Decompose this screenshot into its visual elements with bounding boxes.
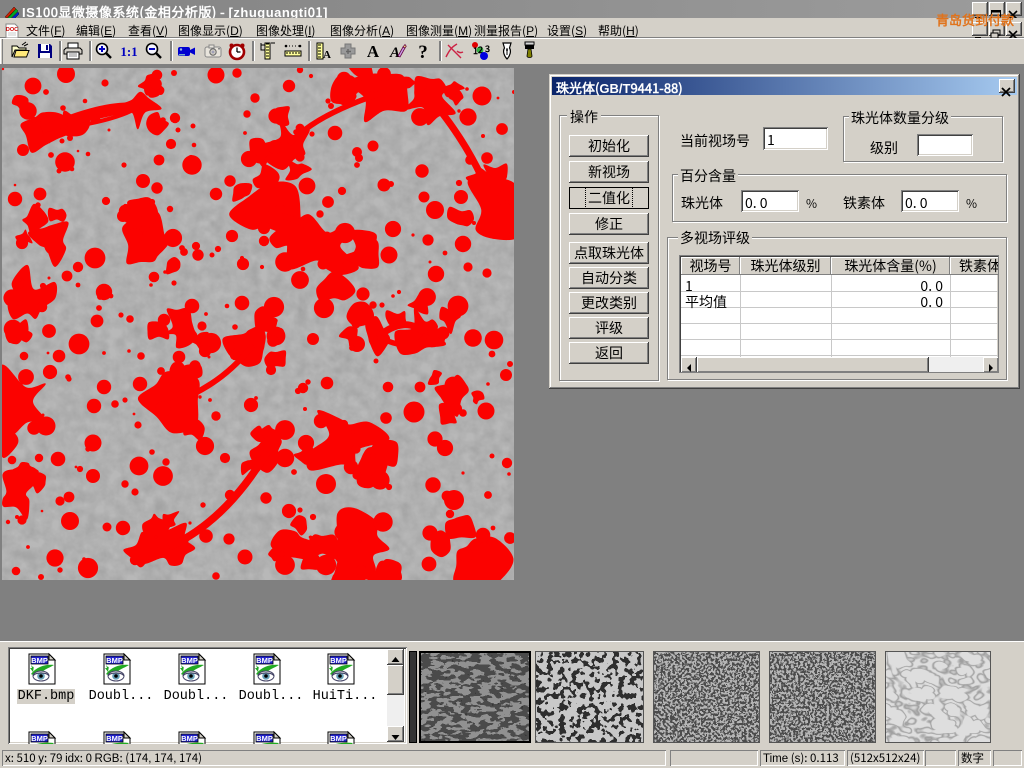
- svg-text:BMP: BMP: [31, 656, 48, 665]
- svg-text:A: A: [389, 45, 400, 61]
- svg-text:BMP: BMP: [31, 734, 48, 743]
- svg-text:DOC: DOC: [6, 25, 18, 33]
- svg-text:BMP: BMP: [330, 734, 347, 743]
- svg-text:3: 3: [485, 42, 490, 55]
- svg-text:1:1: 1:1: [120, 44, 137, 59]
- svg-text:BMP: BMP: [181, 734, 198, 743]
- svg-text:BMP: BMP: [330, 656, 347, 665]
- svg-text:BMP: BMP: [256, 734, 273, 743]
- svg-text:BMP: BMP: [106, 734, 123, 743]
- svg-text:A: A: [367, 42, 380, 61]
- svg-text:?: ?: [418, 42, 428, 61]
- svg-text:A: A: [323, 49, 331, 61]
- svg-text:BMP: BMP: [106, 656, 123, 665]
- svg-text:BMP: BMP: [256, 656, 273, 665]
- svg-text:BMP: BMP: [181, 656, 198, 665]
